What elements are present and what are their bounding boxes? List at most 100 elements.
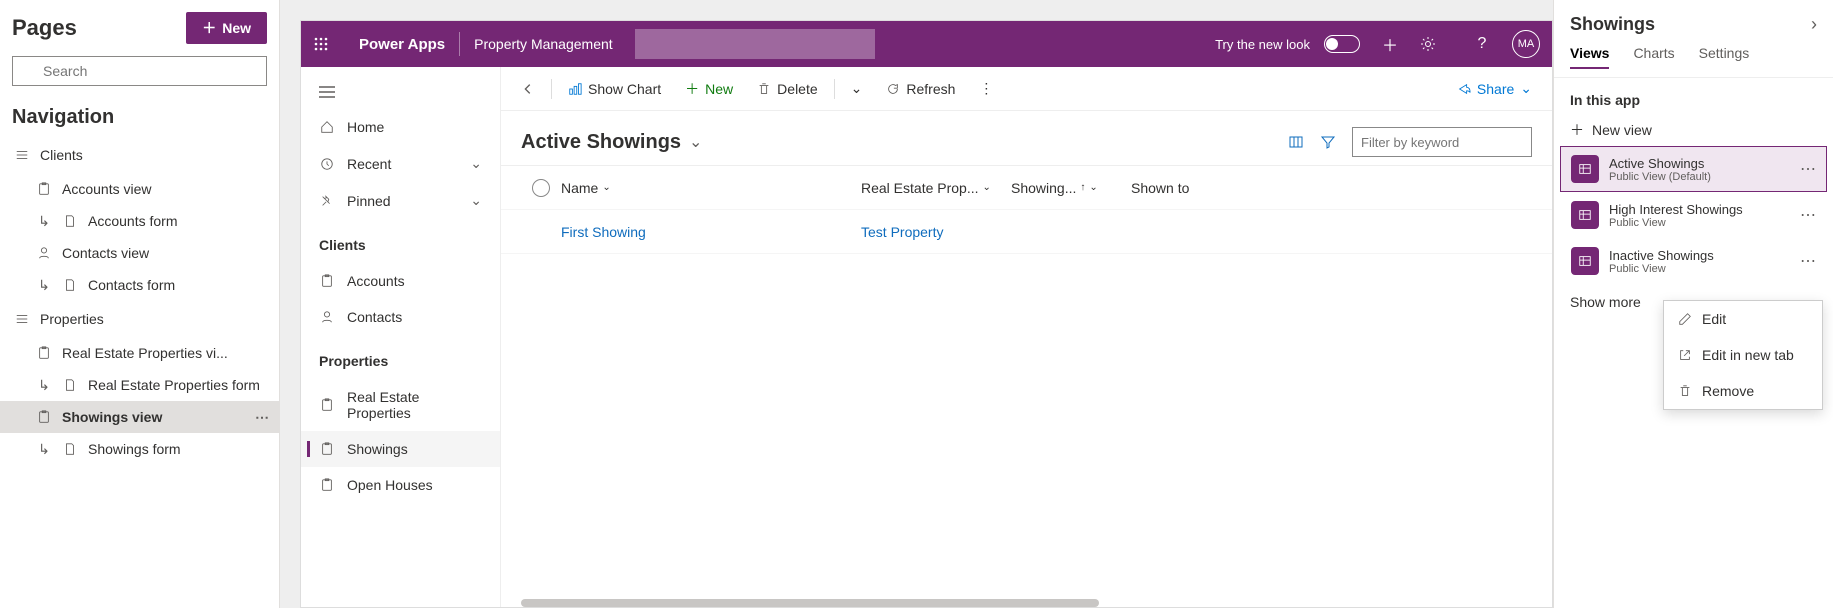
back-button[interactable]: [513, 78, 543, 100]
share-button[interactable]: Share ⌄: [1449, 76, 1540, 101]
new-page-button[interactable]: ＋ New: [186, 12, 267, 44]
view-item-high-interest[interactable]: High Interest Showings Public View ⋯: [1560, 192, 1827, 238]
record-link[interactable]: First Showing: [561, 224, 646, 240]
lookup-link[interactable]: Test Property: [861, 224, 943, 240]
tab-charts[interactable]: Charts: [1633, 45, 1674, 69]
nav-item-label: Showings view: [62, 409, 162, 425]
more-icon[interactable]: ⋯: [1800, 205, 1816, 225]
chevron-down-icon: ⌄: [470, 192, 482, 209]
app-main-content: Show Chart ＋ New Delete ⌄ Refresh: [501, 67, 1552, 607]
nav-home[interactable]: Home: [301, 109, 500, 145]
overflow-button[interactable]: ⋮: [971, 76, 1001, 101]
trash-icon: [1678, 384, 1692, 398]
delete-dropdown[interactable]: ⌄: [843, 76, 871, 101]
filter-keyword-input[interactable]: [1352, 127, 1532, 157]
nav-contacts-view[interactable]: Contacts view: [0, 237, 279, 269]
topbar-search[interactable]: [635, 29, 875, 59]
plus-icon: ＋: [202, 18, 216, 38]
nav-recent[interactable]: Recent ⌄: [301, 145, 500, 182]
menu-edit-new-tab[interactable]: Edit in new tab: [1664, 337, 1822, 373]
chevron-right-icon[interactable]: ›: [1811, 14, 1817, 35]
clipboard-icon: [36, 409, 52, 425]
show-chart-button[interactable]: Show Chart: [560, 77, 669, 101]
nav-item-label: Real Estate Properties form: [88, 377, 260, 393]
view-item-subtitle: Public View: [1609, 217, 1743, 229]
nav-contacts[interactable]: Contacts: [301, 299, 500, 335]
nav-accounts-view[interactable]: Accounts view: [0, 173, 279, 205]
nav-pinned[interactable]: Pinned ⌄: [301, 182, 500, 219]
right-panel-title: Showings: [1570, 14, 1655, 35]
search-input[interactable]: [12, 56, 267, 86]
nav-rep[interactable]: Real Estate Properties: [301, 379, 500, 431]
more-icon[interactable]: ⋯: [1800, 159, 1816, 179]
filter-icon[interactable]: [1320, 134, 1336, 150]
nav-openhouses[interactable]: Open Houses: [301, 467, 500, 503]
chart-icon: [568, 82, 582, 96]
nav-item-label: Showings form: [88, 441, 181, 457]
more-icon[interactable]: ⋯: [1800, 251, 1816, 271]
hamburger-icon[interactable]: [301, 75, 500, 109]
gear-icon[interactable]: [1420, 36, 1452, 52]
nav-accounts-form[interactable]: ↳ Accounts form: [0, 205, 279, 237]
subitem-icon: ↳: [36, 441, 52, 457]
column-showing[interactable]: Showing... ↑ ⌄: [1011, 180, 1131, 196]
nav-label: Contacts: [347, 309, 402, 325]
subitem-icon: ↳: [36, 377, 52, 393]
navigation-heading: Navigation: [0, 98, 279, 137]
horizontal-scrollbar[interactable]: [521, 599, 1099, 607]
nav-item-label: Accounts form: [88, 213, 177, 229]
nav-showings-form[interactable]: ↳ Showings form: [0, 433, 279, 465]
waffle-icon[interactable]: [313, 36, 345, 52]
try-new-look-label: Try the new look: [1215, 37, 1310, 52]
table-icon: [1571, 201, 1599, 229]
clipboard-icon: [319, 477, 335, 493]
nav-label: Recent: [347, 156, 391, 172]
help-icon[interactable]: ?: [1466, 35, 1498, 53]
share-icon: [1457, 82, 1471, 96]
view-item-title: Inactive Showings: [1609, 248, 1714, 263]
tab-views[interactable]: Views: [1570, 45, 1609, 69]
group-properties[interactable]: Properties: [0, 301, 279, 337]
nav-accounts[interactable]: Accounts: [301, 263, 500, 299]
nav-label: Accounts: [347, 273, 405, 289]
column-name[interactable]: Name ⌄: [561, 180, 861, 196]
in-this-app-label: In this app: [1554, 78, 1833, 114]
menu-remove[interactable]: Remove: [1664, 373, 1822, 409]
view-title[interactable]: Active Showings: [521, 131, 681, 154]
view-item-inactive[interactable]: Inactive Showings Public View ⋯: [1560, 238, 1827, 284]
nav-properties-header: Properties: [301, 335, 500, 379]
edit-columns-icon[interactable]: [1288, 134, 1304, 150]
nav-contacts-form[interactable]: ↳ Contacts form: [0, 269, 279, 301]
nav-showings-view[interactable]: Showings view ⋯: [0, 401, 279, 433]
column-shown-to[interactable]: Shown to: [1131, 180, 1211, 196]
chevron-down-icon[interactable]: ⌄: [689, 132, 702, 152]
app-brand: Power Apps: [359, 36, 445, 53]
clock-icon: [319, 156, 335, 172]
select-all-checkbox[interactable]: [532, 179, 550, 197]
more-icon[interactable]: ⋯: [255, 409, 269, 426]
pages-sidebar: Pages ＋ New Navigation Clients Accounts …: [0, 0, 280, 608]
plus-icon[interactable]: ＋: [1374, 32, 1406, 56]
group-clients[interactable]: Clients: [0, 137, 279, 173]
column-property[interactable]: Real Estate Prop... ⌄: [861, 180, 1011, 196]
tab-settings[interactable]: Settings: [1699, 45, 1750, 69]
nav-item-label: Contacts form: [88, 277, 175, 293]
user-avatar[interactable]: MA: [1512, 30, 1540, 58]
subitem-icon: ↳: [36, 213, 52, 229]
new-view-button[interactable]: ＋ New view: [1554, 114, 1833, 146]
home-icon: [319, 119, 335, 135]
refresh-button[interactable]: Refresh: [878, 77, 963, 101]
divider: [459, 32, 460, 56]
nav-rep-view[interactable]: Real Estate Properties vi...: [0, 337, 279, 369]
menu-edit[interactable]: Edit: [1664, 301, 1822, 337]
nav-item-label: Accounts view: [62, 181, 151, 197]
view-item-active-showings[interactable]: Active Showings Public View (Default) ⋯: [1560, 146, 1827, 192]
try-new-look-toggle[interactable]: [1324, 35, 1360, 53]
document-icon: [62, 277, 78, 293]
clipboard-icon: [319, 273, 335, 289]
grid-data-row[interactable]: First Showing Test Property: [501, 210, 1552, 254]
new-record-button[interactable]: ＋ New: [677, 75, 741, 103]
nav-rep-form[interactable]: ↳ Real Estate Properties form: [0, 369, 279, 401]
delete-button[interactable]: Delete: [749, 77, 825, 101]
nav-showings[interactable]: Showings: [301, 431, 500, 467]
